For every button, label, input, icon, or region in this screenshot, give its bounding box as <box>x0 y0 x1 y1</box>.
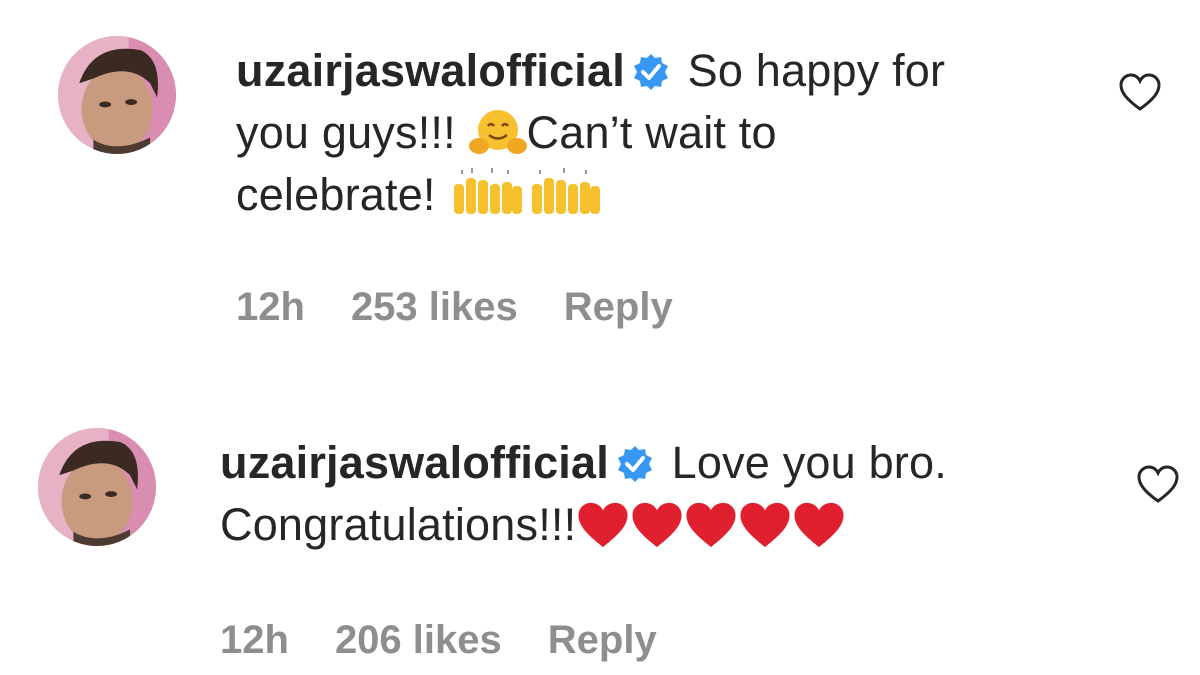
reply-button[interactable]: Reply <box>564 285 673 329</box>
hearts-row <box>576 499 846 550</box>
comment-meta: 12h 206 likes Reply <box>220 618 703 663</box>
red-heart-icon <box>740 502 790 548</box>
comment-text-line2: Congratulations!!! <box>220 499 577 550</box>
comment-text: uzairjaswalofficial Love you bro. Congra… <box>220 432 1100 556</box>
red-heart-icon <box>794 502 844 548</box>
likes-count[interactable]: 253 likes <box>351 285 518 329</box>
like-heart-icon[interactable] <box>1136 464 1180 504</box>
raised-hands-icon <box>532 168 601 214</box>
comment-text-line1: Love you bro. <box>671 437 947 488</box>
comment-text-line2a: you guys!!! <box>236 107 456 158</box>
timestamp[interactable]: 12h <box>220 618 289 662</box>
comment-text-line2b: Can’t wait to <box>526 107 777 158</box>
avatar[interactable] <box>58 36 176 154</box>
red-heart-icon <box>578 502 628 548</box>
avatar[interactable] <box>38 428 156 546</box>
username-link[interactable]: uzairjaswalofficial <box>220 437 609 488</box>
verified-badge-icon <box>617 446 652 482</box>
red-heart-icon <box>686 502 736 548</box>
hugging-face-icon <box>468 110 527 154</box>
comment-text-line3: celebrate! <box>236 169 436 220</box>
like-heart-icon[interactable] <box>1118 72 1162 112</box>
username-link[interactable]: uzairjaswalofficial <box>236 45 625 96</box>
red-heart-icon <box>632 502 682 548</box>
raised-hands-icon <box>454 168 523 214</box>
comment-text-line1: So happy for <box>687 45 946 96</box>
reply-button[interactable]: Reply <box>548 618 657 662</box>
comment-text: uzairjaswalofficial So happy for you guy… <box>236 40 1096 226</box>
timestamp[interactable]: 12h <box>236 285 305 329</box>
likes-count[interactable]: 206 likes <box>335 618 502 662</box>
comment-meta: 12h 253 likes Reply <box>236 285 719 330</box>
verified-badge-icon <box>633 54 668 90</box>
